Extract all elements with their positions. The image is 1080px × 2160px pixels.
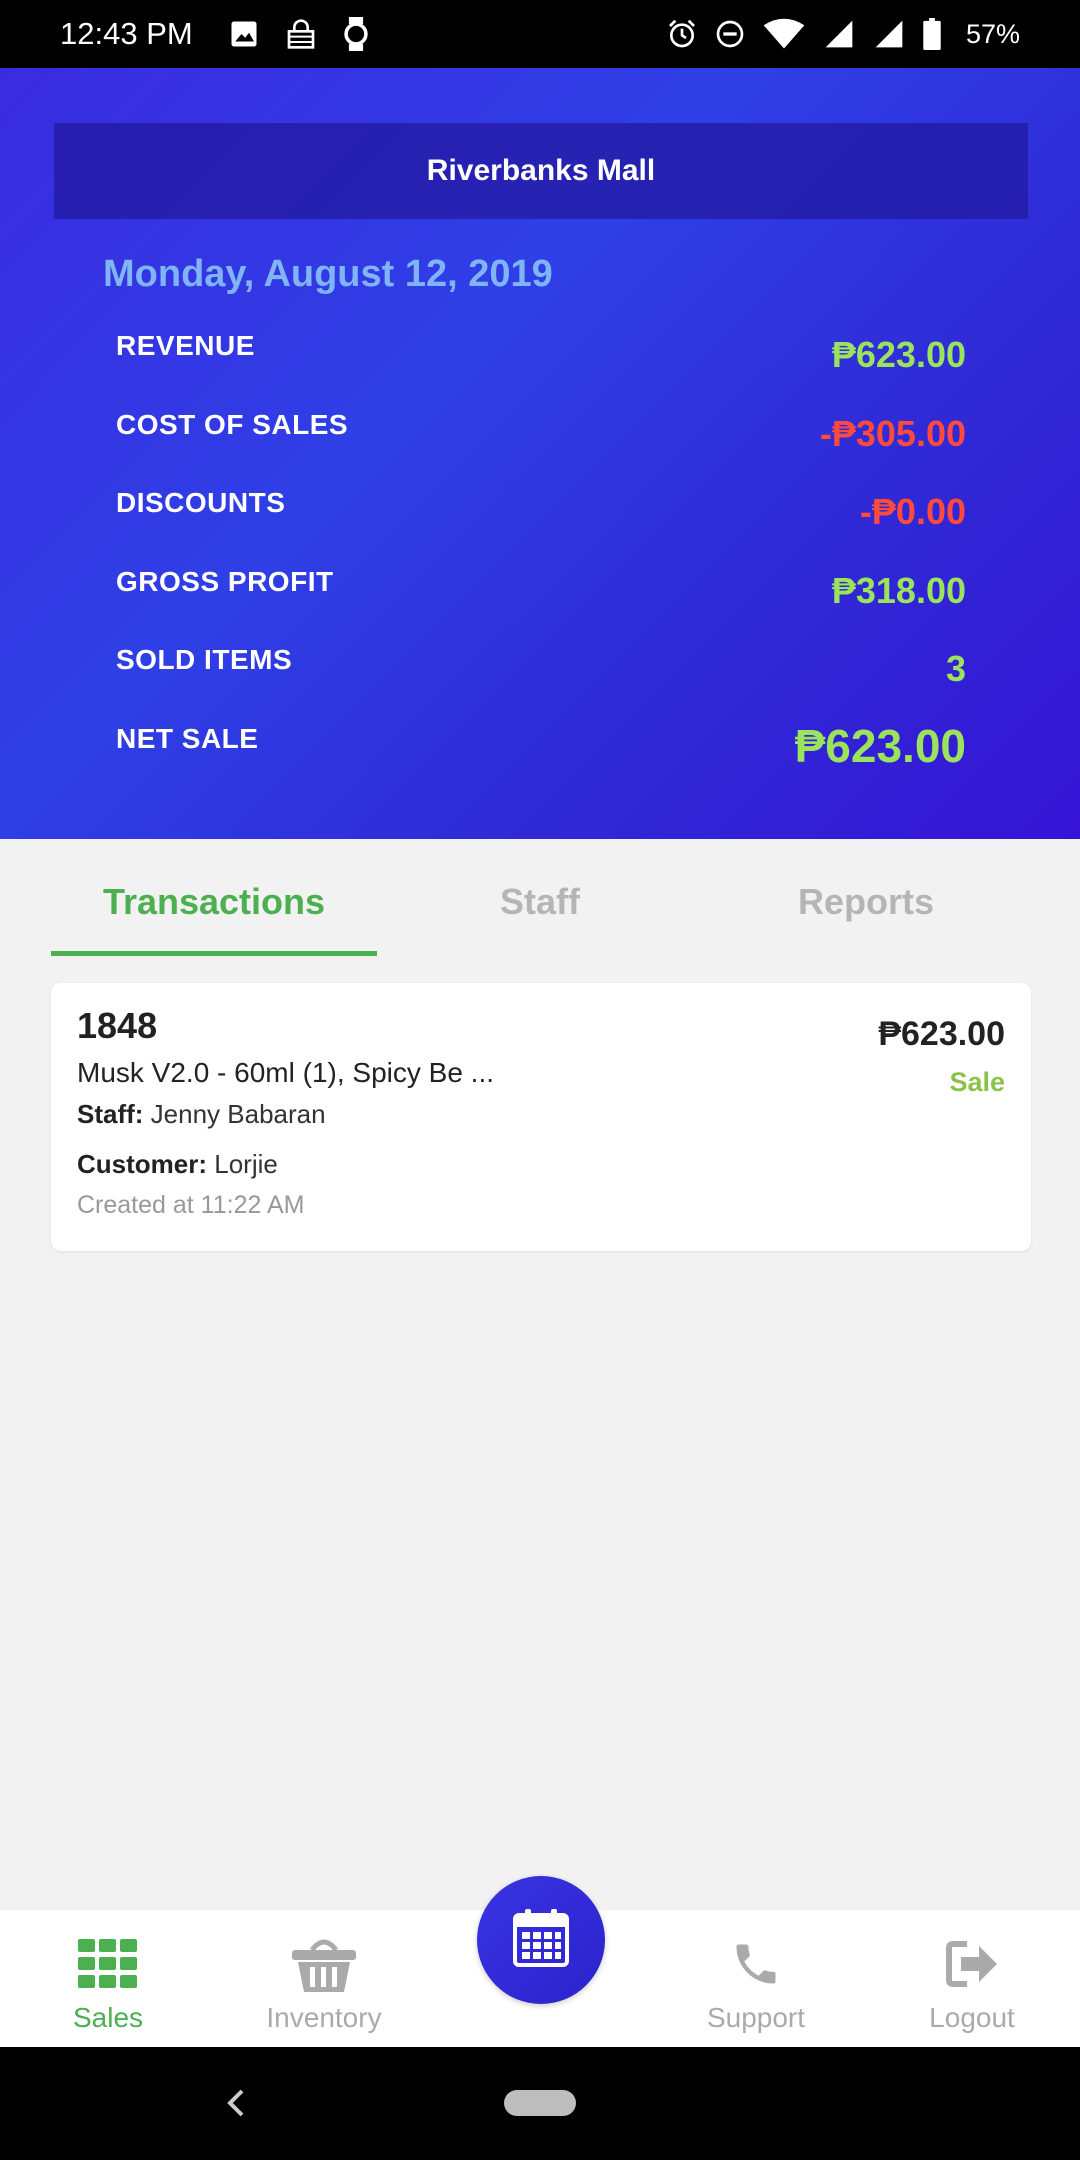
nav-support[interactable]: Support [648,1910,864,2047]
transaction-staff: Staff: Jenny Babaran [77,1099,326,1130]
home-button[interactable] [504,2090,576,2116]
image-icon [229,19,259,49]
metric-label: NET SALE [116,723,259,754]
alarm-icon [666,18,698,50]
metric-sold-items: SOLD ITEMS 3 [116,644,966,704]
metric-label: REVENUE [116,330,255,361]
metric-discounts: DISCOUNTS -₱0.00 [116,487,966,547]
transaction-items: Musk V2.0 - 60ml (1), Spicy Be ... [77,1057,495,1088]
nav-sales[interactable]: Sales [0,1910,216,2047]
dnd-icon [714,18,746,50]
battery-icon [922,18,942,50]
metric-gross-profit: GROSS PROFIT ₱318.00 [116,566,966,626]
calendar-icon [513,1908,569,1972]
battery-percent: 57% [965,18,1020,49]
staff-label: Staff: [77,1099,144,1129]
metric-cost-of-sales: COST OF SALES -₱305.00 [116,409,966,469]
tab-transactions[interactable]: Transactions [51,881,377,923]
store-name[interactable]: Riverbanks Mall [54,123,1028,219]
nav-label: Inventory [266,2002,382,2033]
tab-staff[interactable]: Staff [377,881,703,923]
transaction-id: 1848 [77,1005,158,1046]
status-bar: 12:43 PM 57% [0,0,1080,68]
customer-label: Customer: [77,1149,208,1179]
transaction-customer: Customer: Lorjie [77,1149,278,1180]
customer-name: Lorjie [214,1149,278,1179]
calendar-button[interactable] [477,1876,605,2004]
metric-value: ₱318.00 [831,570,966,611]
metric-value: -₱305.00 [819,413,966,454]
metric-label: DISCOUNTS [116,487,286,518]
logout-icon [945,1932,999,1996]
metric-value: 3 [945,648,966,689]
transaction-card[interactable]: 1848 Musk V2.0 - 60ml (1), Spicy Be ... … [51,983,1031,1251]
metric-net-sale: NET SALE ₱623.00 [116,720,966,783]
grid-icon [78,1932,138,1996]
metric-label: COST OF SALES [116,409,349,440]
active-tab-indicator [51,951,377,956]
nav-inventory[interactable]: Inventory [216,1910,432,2047]
staff-name: Jenny Babaran [150,1099,326,1129]
nav-logout[interactable]: Logout [864,1910,1080,2047]
status-time: 12:43 PM [60,16,193,51]
wifi-icon [762,18,806,50]
watch-icon [343,17,369,51]
transaction-amount: ₱623.00 [878,1015,1005,1053]
nav-label: Support [706,2002,806,2033]
basket-icon [290,1932,358,1996]
signal-icon [872,18,906,50]
sales-summary-header: Riverbanks Mall Monday, August 12, 2019 … [0,68,1080,839]
vpn-icon [285,18,317,50]
metric-value: ₱623.00 [831,334,966,375]
signal-icon [822,18,856,50]
metric-value: ₱623.00 [794,720,966,772]
metric-label: SOLD ITEMS [116,644,293,675]
metric-label: GROSS PROFIT [116,566,334,597]
system-navigation-bar [0,2047,1080,2160]
summary-date: Monday, August 12, 2019 [103,253,553,295]
transaction-type-badge: Sale [949,1067,1005,1097]
metric-value: -₱0.00 [859,491,966,532]
metric-revenue: REVENUE ₱623.00 [116,330,966,390]
back-button[interactable] [218,2083,254,2123]
transaction-created-time: Created at 11:22 AM [77,1191,305,1219]
nav-label: Logout [929,2002,1015,2033]
nav-label: Sales [72,2002,144,2033]
phone-icon [730,1932,782,1996]
tab-bar: Transactions Staff Reports [0,839,1080,957]
tab-reports[interactable]: Reports [703,881,1029,923]
